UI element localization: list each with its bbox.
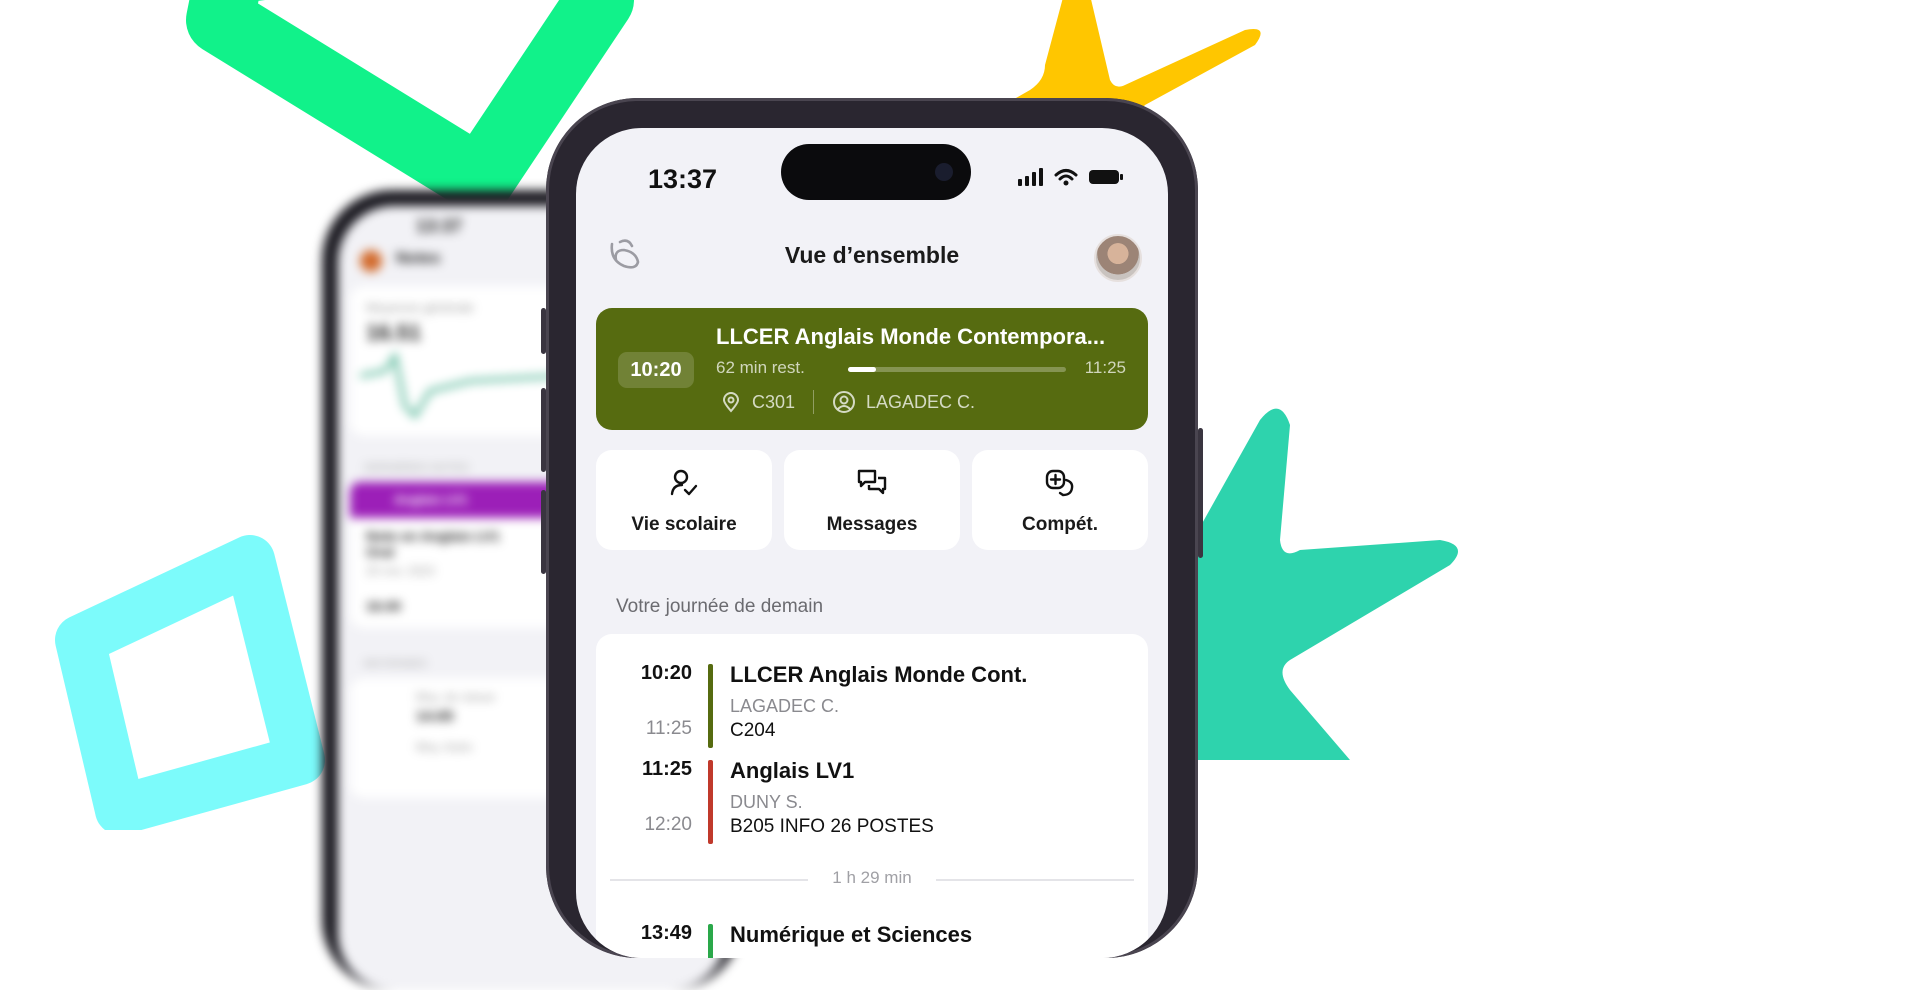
quick-action-label: Compét. [1022, 514, 1098, 535]
lesson-teacher: DUNY S. [730, 792, 803, 812]
action-button [541, 308, 546, 354]
back-title: Notes [396, 250, 441, 267]
chat-bubbles-icon [857, 469, 887, 495]
back-avatar [360, 250, 382, 272]
lesson-name: LLCER Anglais Monde Cont. [730, 662, 1028, 687]
lesson-name: Anglais LV1 [730, 758, 855, 783]
back-class-avg-value: 14.65 [416, 708, 454, 725]
current-course-room: C301 [752, 391, 796, 412]
quick-action-vie-scolaire[interactable]: Vie scolaire [596, 450, 772, 550]
lesson-room: B205 INFO 26 POSTES [730, 816, 934, 837]
lesson-start: 13:49 [640, 922, 692, 944]
tomorrow-schedule-card: 10:20 11:25 LLCER Anglais Monde Cont. LA… [596, 634, 1148, 958]
quick-action-competences[interactable]: Compét. [972, 450, 1148, 550]
quick-action-label: Vie scolaire [631, 514, 737, 535]
gap-duration: 1 h 29 min [832, 868, 912, 887]
page-title: Vue d’ensemble [784, 242, 960, 268]
back-other-label: Moy. Autre [416, 740, 473, 754]
lesson-start: 10:20 [640, 662, 692, 684]
status-icons [1018, 168, 1124, 186]
skills-icon [1045, 469, 1074, 497]
back-subject: Anglais LV1 [394, 492, 468, 507]
dynamic-island [781, 144, 971, 200]
phone-frame: 13:37 Vue d’ensemble 10:20 LLCER Anglais… [541, 98, 1203, 958]
lesson-color-bar [708, 760, 713, 844]
back-recent-label: DERNIÈRES NOTES [364, 462, 470, 474]
current-course-teacher: LAGADEC C. [866, 391, 976, 412]
lesson-start: 11:25 [641, 758, 692, 780]
meta-divider [813, 390, 815, 414]
wifi-icon [1054, 169, 1078, 186]
user-check-icon [670, 469, 698, 496]
lesson-end: 12:20 [644, 814, 692, 835]
back-average-label: Moyenne générale [366, 300, 474, 315]
lesson-color-bar [708, 664, 713, 748]
battery-icon [1089, 170, 1123, 184]
back-note-title: Note en Anglais LV1 Oral [366, 528, 500, 560]
location-pin-icon [722, 392, 740, 413]
phone-screen: 13:37 Vue d’ensemble 10:20 LLCER Anglais… [576, 128, 1168, 958]
status-time: 13:37 [648, 164, 718, 194]
back-note-value: 16.00 [366, 598, 402, 614]
lesson-row[interactable]: 10:20 11:25 LLCER Anglais Monde Cont. LA… [596, 648, 1148, 748]
current-course-meta: C301 LAGADEC C. [720, 390, 975, 414]
lesson-end: 11:25 [645, 718, 692, 739]
quick-action-messages[interactable]: Messages [784, 450, 960, 550]
back-time: 13:37 [416, 216, 463, 236]
lesson-name: Numérique et Sciences [730, 922, 973, 947]
current-course-progress-track [848, 367, 1066, 372]
camera-icon [935, 163, 953, 181]
power-button [1198, 428, 1203, 558]
user-avatar[interactable] [1094, 234, 1142, 282]
quick-action-label: Messages [826, 514, 918, 535]
current-course-remaining: 62 min rest. [716, 358, 805, 377]
lesson-room: C204 [730, 720, 776, 741]
current-course-title: LLCER Anglais Monde Contempora... [716, 324, 1106, 349]
teacher-icon [833, 391, 856, 413]
lesson-row[interactable]: 13:49 Numérique et Sciences [596, 908, 1148, 958]
current-course-progress-fill [848, 367, 877, 372]
volume-down-button [541, 490, 546, 574]
lesson-teacher: LAGADEC C. [730, 696, 840, 716]
current-course-end: 11:25 [1084, 358, 1126, 377]
volume-up-button [541, 388, 546, 472]
back-averages-label: MOYENNES [364, 658, 427, 670]
lesson-row[interactable]: 11:25 12:20 Anglais LV1 DUNY S. B205 INF… [596, 744, 1148, 844]
current-course-start: 10:20 [618, 352, 694, 388]
back-average-sparkline [360, 350, 560, 420]
section-title-tomorrow: Votre journée de demain [616, 596, 824, 617]
signal-icon [1018, 168, 1043, 186]
current-course-card[interactable]: 10:20 LLCER Anglais Monde Contempora... … [596, 308, 1148, 430]
back-class-avg-label: Moy. de classe [416, 690, 496, 704]
back-note-date: 20 nov. 2023 [366, 564, 435, 578]
lesson-color-bar [708, 924, 713, 958]
back-average-value: 16.51 [366, 320, 422, 345]
